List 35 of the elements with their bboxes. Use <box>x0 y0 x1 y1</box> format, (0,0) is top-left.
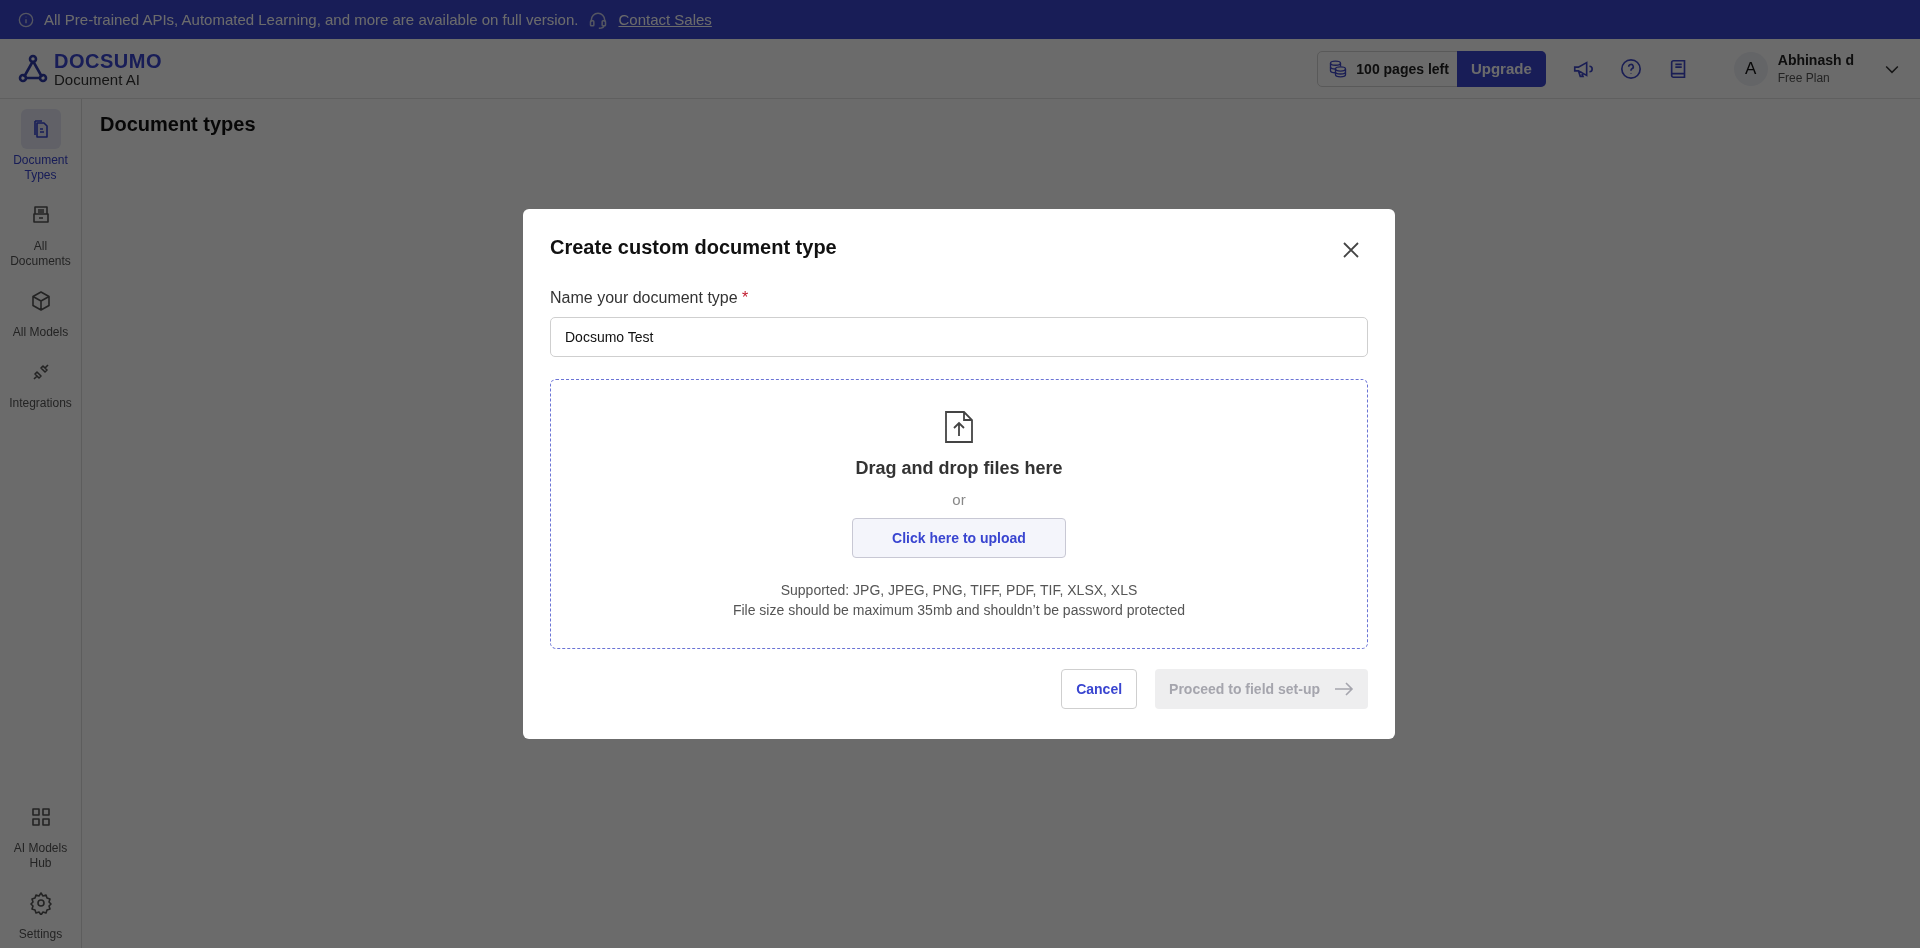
logo-wordmark: DOCSUMO <box>54 50 162 71</box>
upload-button[interactable]: Click here to upload <box>852 518 1066 558</box>
logo-subtitle: Document AI <box>54 71 141 87</box>
arrow-right-icon <box>1334 682 1354 696</box>
settings-icon <box>28 891 53 915</box>
pages-left-text: 100 pages left <box>1356 60 1449 77</box>
user-avatar[interactable]: A <box>1733 51 1768 86</box>
sidebar-item[interactable]: Document Types <box>1 109 80 183</box>
file-size-note: File size should be maximum 35mb and shouldn’t be password protected <box>732 601 1186 620</box>
close-icon[interactable] <box>1342 241 1360 259</box>
contact-sales-link[interactable]: Contact Sales <box>618 11 712 28</box>
dropzone[interactable]: Drag and drop files here or Click here to upload Supported: JPG, JPEG, PNG, TIFF, PDF, TIF, XLSX, XLS File size should be maximum 35mb and shouldn’t be password protected <box>550 379 1368 649</box>
sidebar-item[interactable]: AI Models Hub <box>1 797 80 871</box>
page-title: Document types <box>100 113 257 136</box>
help-icon[interactable] <box>1619 57 1642 80</box>
dropzone-heading: Drag and drop files here <box>855 458 1063 479</box>
info-icon <box>18 11 34 28</box>
logo-icon <box>18 53 48 84</box>
user-plan: Free Plan <box>1777 71 1831 85</box>
sidebar-item[interactable]: Integrations <box>1 352 80 411</box>
user-name: Abhinash d <box>1777 52 1854 68</box>
modal-title: Create custom document type <box>550 235 837 259</box>
required-mark: * <box>742 289 749 306</box>
file-upload-icon <box>944 410 974 444</box>
upgrade-button[interactable]: Upgrade <box>1456 50 1546 87</box>
cancel-button[interactable]: Cancel <box>1061 669 1138 709</box>
or-text: or <box>952 491 966 508</box>
supported-formats-text: Supported: JPG, JPEG, PNG, TIFF, PDF, TIF, XLSX, XLS <box>780 581 1138 600</box>
input-field[interactable]: Docsumo Test <box>550 317 1368 357</box>
sidebar-item[interactable]: All Models <box>1 281 80 340</box>
sidebar-item[interactable]: All Documents <box>1 195 80 269</box>
sidebar-item[interactable]: Settings <box>1 883 80 942</box>
banner-text: All Pre-trained APIs, Automated Learning, and more are available on full version. <box>44 11 579 28</box>
coins-icon <box>1328 58 1349 79</box>
field-label: Name your document type <box>550 289 738 306</box>
